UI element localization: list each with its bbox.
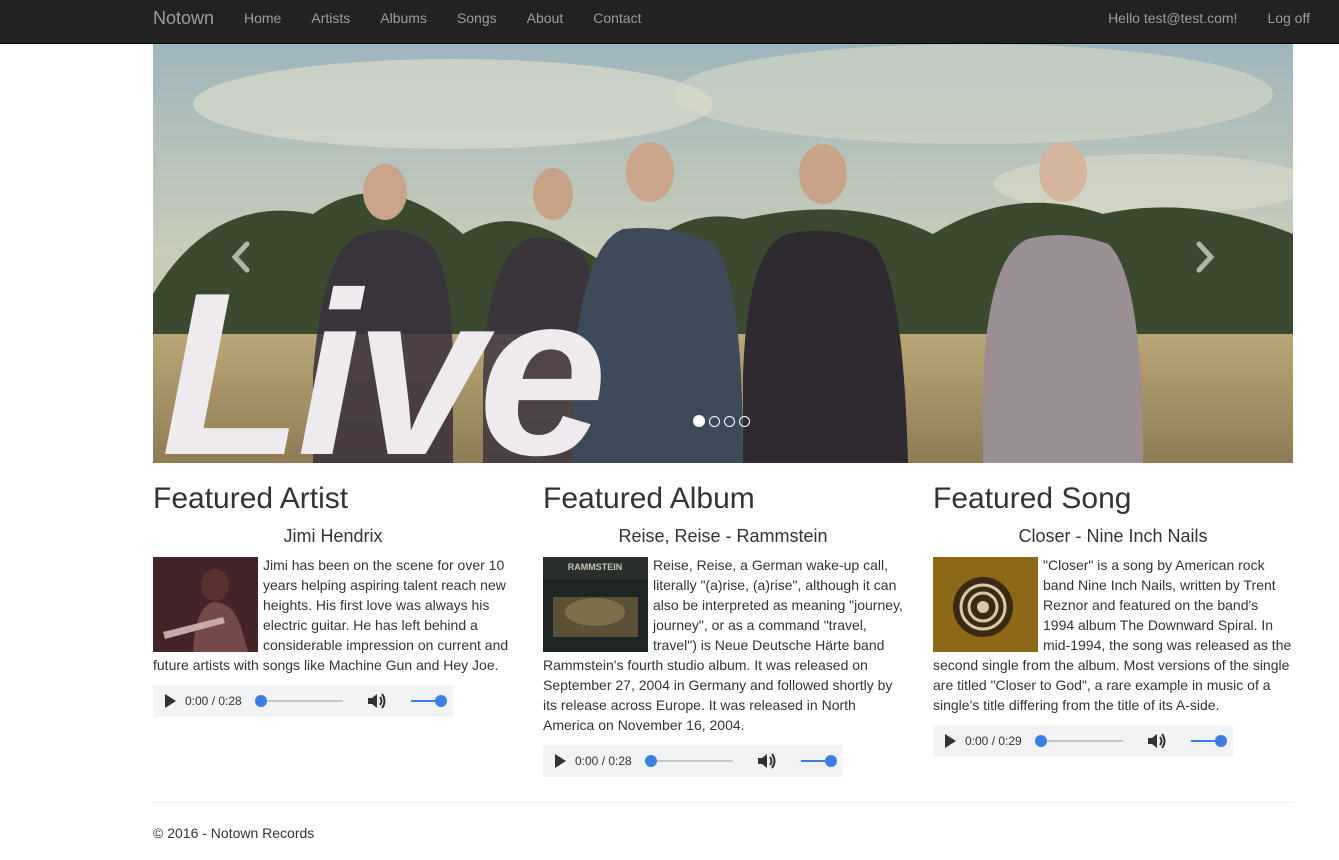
carousel-indicator-3[interactable] [724, 416, 735, 427]
nav-albums[interactable]: Albums [365, 0, 442, 44]
featured-artist-name: Jimi Hendrix [283, 526, 383, 546]
album-cover-text: RAMMSTEIN [568, 562, 623, 572]
footer-divider [153, 802, 1293, 803]
audio-time: 0:00 / 0:29 [965, 734, 1022, 748]
chevron-right-icon [1196, 241, 1215, 273]
footer-copyright: © 2016 - Notown Records [153, 825, 315, 841]
nav-about[interactable]: About [512, 0, 579, 44]
chevron-left-icon [231, 241, 250, 273]
progress-knob[interactable] [645, 755, 657, 767]
volume-icon[interactable] [757, 753, 777, 769]
volume-knob[interactable] [1215, 735, 1227, 747]
play-icon[interactable] [555, 754, 566, 768]
nav-artists[interactable]: Artists [296, 0, 365, 44]
volume-slider[interactable] [801, 755, 837, 767]
featured-album-name: Reise, Reise - Rammstein [618, 526, 828, 546]
audio-time: 0:00 / 0:28 [185, 694, 242, 708]
song-cover [933, 557, 1038, 652]
progress-knob[interactable] [1035, 735, 1047, 747]
artist-audio-player: 0:00 / 0:28 [153, 685, 453, 717]
featured-song-name: Closer - Nine Inch Nails [1018, 526, 1208, 546]
volume-icon[interactable] [1147, 733, 1167, 749]
nav-home[interactable]: Home [229, 0, 296, 44]
featured-song-section: Featured Song Closer - Nine Inch Nails "… [933, 480, 1293, 757]
play-icon[interactable] [165, 694, 176, 708]
volume-slider[interactable] [1191, 735, 1227, 747]
carousel-indicator-1[interactable] [693, 415, 705, 427]
live-overlay-text: Live [161, 245, 607, 464]
hero-carousel: Live [153, 44, 1293, 463]
progress-knob[interactable] [255, 695, 267, 707]
carousel-prev-button[interactable] [229, 240, 253, 274]
album-audio-player: 0:00 / 0:28 [543, 745, 843, 777]
navbar: Notown Home Artists Albums Songs About C… [0, 0, 1339, 44]
featured-song-heading: Featured Song [933, 482, 1132, 515]
logoff-link[interactable]: Log off [1252, 0, 1325, 44]
song-audio-player: 0:00 / 0:29 [933, 725, 1233, 757]
nav-contact[interactable]: Contact [578, 0, 656, 44]
volume-slider[interactable] [411, 695, 447, 707]
main-nav: Home Artists Albums Songs About Contact [229, 0, 656, 44]
artist-photo [153, 557, 258, 652]
volume-knob[interactable] [825, 755, 837, 767]
carousel-indicators [693, 415, 750, 427]
album-cover: RAMMSTEIN [543, 557, 648, 652]
brand-link[interactable]: Notown [153, 8, 214, 28]
volume-icon[interactable] [367, 693, 387, 709]
featured-album-section: Featured Album Reise, Reise - Rammstein … [543, 480, 903, 777]
carousel-indicator-4[interactable] [739, 416, 750, 427]
audio-time: 0:00 / 0:28 [575, 754, 632, 768]
volume-knob[interactable] [435, 695, 447, 707]
carousel-next-button[interactable] [1193, 240, 1217, 274]
nav-songs[interactable]: Songs [442, 0, 512, 44]
audio-progress-slider[interactable] [1035, 735, 1123, 747]
carousel-indicator-2[interactable] [709, 416, 720, 427]
audio-progress-slider[interactable] [255, 695, 343, 707]
featured-album-heading: Featured Album [543, 482, 755, 515]
featured-artist-section: Featured Artist Jimi Hendrix Jimi has be… [153, 480, 513, 717]
featured-artist-heading: Featured Artist [153, 482, 349, 515]
play-icon[interactable] [945, 734, 956, 748]
user-nav: Hello test@test.com! Log off [1093, 0, 1325, 44]
audio-progress-slider[interactable] [645, 755, 733, 767]
user-greeting-link[interactable]: Hello test@test.com! [1093, 0, 1252, 44]
